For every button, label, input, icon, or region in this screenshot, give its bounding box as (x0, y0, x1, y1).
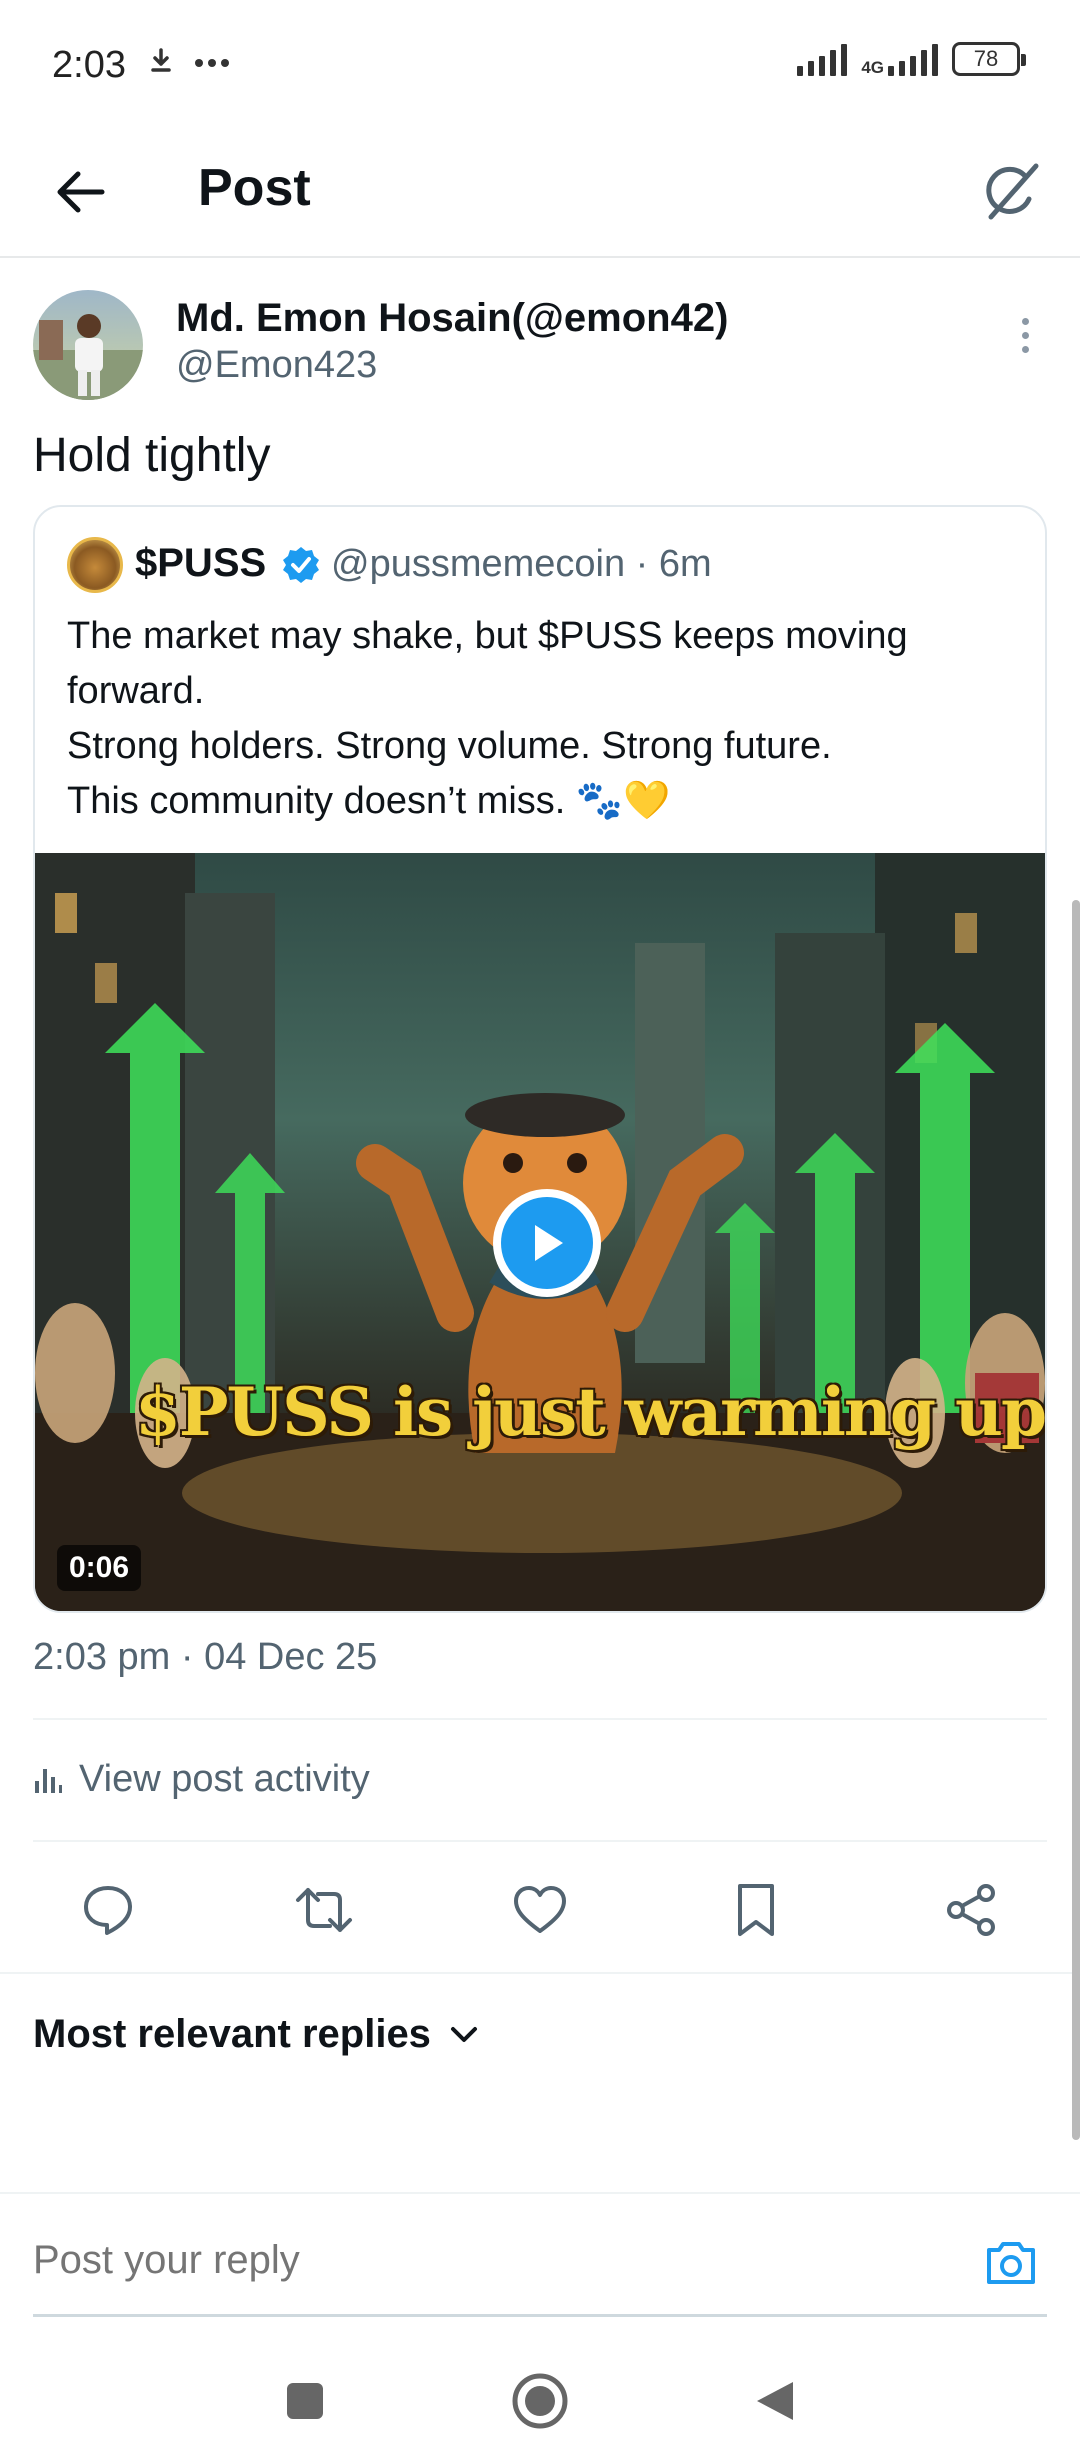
bookmark-button[interactable] (726, 1880, 786, 1940)
grok-icon (986, 163, 1039, 220)
status-time: 2:03 (52, 44, 126, 86)
more-vertical-icon (1021, 317, 1029, 325)
chevron-down-icon (450, 2026, 477, 2042)
home-circle-icon (512, 2373, 568, 2429)
more-dot (1021, 331, 1029, 339)
reply-input[interactable] (33, 2238, 833, 2283)
view-post-activity-label: View post activity (79, 1758, 370, 1800)
divider (33, 1718, 1047, 1720)
quote-line: The market may shake, but $PUSS keeps mo… (67, 615, 908, 712)
battery-icon: 78 (952, 42, 1026, 76)
camera-icon (987, 2242, 1035, 2284)
back-button[interactable] (40, 152, 120, 232)
view-post-activity-button[interactable]: View post activity (33, 1758, 370, 1801)
replies-sort-dropdown[interactable]: Most relevant replies (33, 2012, 479, 2057)
square-icon (287, 2383, 323, 2419)
section-divider (0, 1972, 1080, 1974)
avatar[interactable] (33, 290, 143, 400)
status-bar: 2:03 4G 78 (0, 0, 1080, 130)
status-indicators: 4G 78 (797, 42, 1026, 76)
reply-underline (33, 2314, 1047, 2317)
like-icon (514, 1886, 566, 1933)
share-button[interactable] (942, 1880, 1002, 1940)
camera-button[interactable] (980, 2232, 1042, 2294)
system-nav-bar (0, 2340, 1080, 2460)
video-caption: $PUSS is just warming up (135, 1373, 1046, 1451)
triangle-back-icon (757, 2382, 793, 2420)
quote-handle-time: @pussmemecoin · 6m (331, 543, 712, 585)
download-icon (151, 48, 171, 72)
post-text: Hold tightly (33, 429, 271, 482)
video-duration: 0:06 (57, 1545, 142, 1591)
replies-sort-label: Most relevant replies (33, 2012, 431, 2056)
post-header: Post (0, 130, 1080, 258)
reply-divider (0, 2192, 1080, 2194)
verified-badge-icon (283, 547, 319, 583)
reply-button[interactable] (78, 1880, 138, 1940)
more-options-button[interactable] (1010, 310, 1040, 360)
repost-button[interactable] (294, 1880, 354, 1940)
play-button[interactable] (493, 1189, 601, 1297)
avatar-photo (33, 314, 143, 400)
quote-line: This community doesn’t miss. 🐾💛 (67, 780, 671, 822)
quote-line: Strong holders. Strong volume. Strong fu… (67, 725, 832, 767)
network-label: 4G (861, 58, 884, 77)
home-button[interactable] (505, 2366, 575, 2436)
quoted-post-card[interactable]: $PUSS @pussmemecoin · 6m The market may … (33, 505, 1047, 1613)
video-thumbnail[interactable]: $PUSS is just warming up 0:06 (35, 853, 1046, 1611)
play-icon (501, 1197, 593, 1289)
post-timestamp: 2:03 pm · 04 Dec 25 (33, 1636, 378, 1678)
back-nav-button[interactable] (740, 2366, 810, 2436)
quote-avatar[interactable] (67, 537, 123, 593)
page-title: Post (198, 159, 311, 217)
recents-button[interactable] (270, 2366, 340, 2436)
signal-2-icon (888, 42, 938, 76)
quote-author-name[interactable]: $PUSS (135, 541, 266, 586)
more-dots-icon (195, 59, 229, 67)
network-indicator: 4G (861, 42, 938, 76)
battery-level: 78 (973, 46, 999, 71)
quote-text: The market may shake, but $PUSS keeps mo… (67, 609, 1027, 829)
more-dot (1021, 345, 1029, 353)
like-button[interactable] (510, 1880, 570, 1940)
repost-icon (296, 1888, 352, 1932)
author-handle[interactable]: @Emon423 (176, 344, 377, 387)
post-actions (0, 1860, 1080, 1956)
bookmark-icon (738, 1884, 774, 1936)
arrow-left-icon (57, 171, 105, 213)
signal-icon (797, 42, 848, 76)
share-icon (947, 1884, 995, 1936)
scrollbar[interactable] (1072, 900, 1080, 2140)
grok-button[interactable] (970, 152, 1050, 232)
analytics-icon (35, 1768, 62, 1793)
author-name[interactable]: Md. Emon Hosain(@emon42) (176, 296, 728, 341)
reply-icon (84, 1886, 132, 1935)
divider (33, 1840, 1047, 1842)
